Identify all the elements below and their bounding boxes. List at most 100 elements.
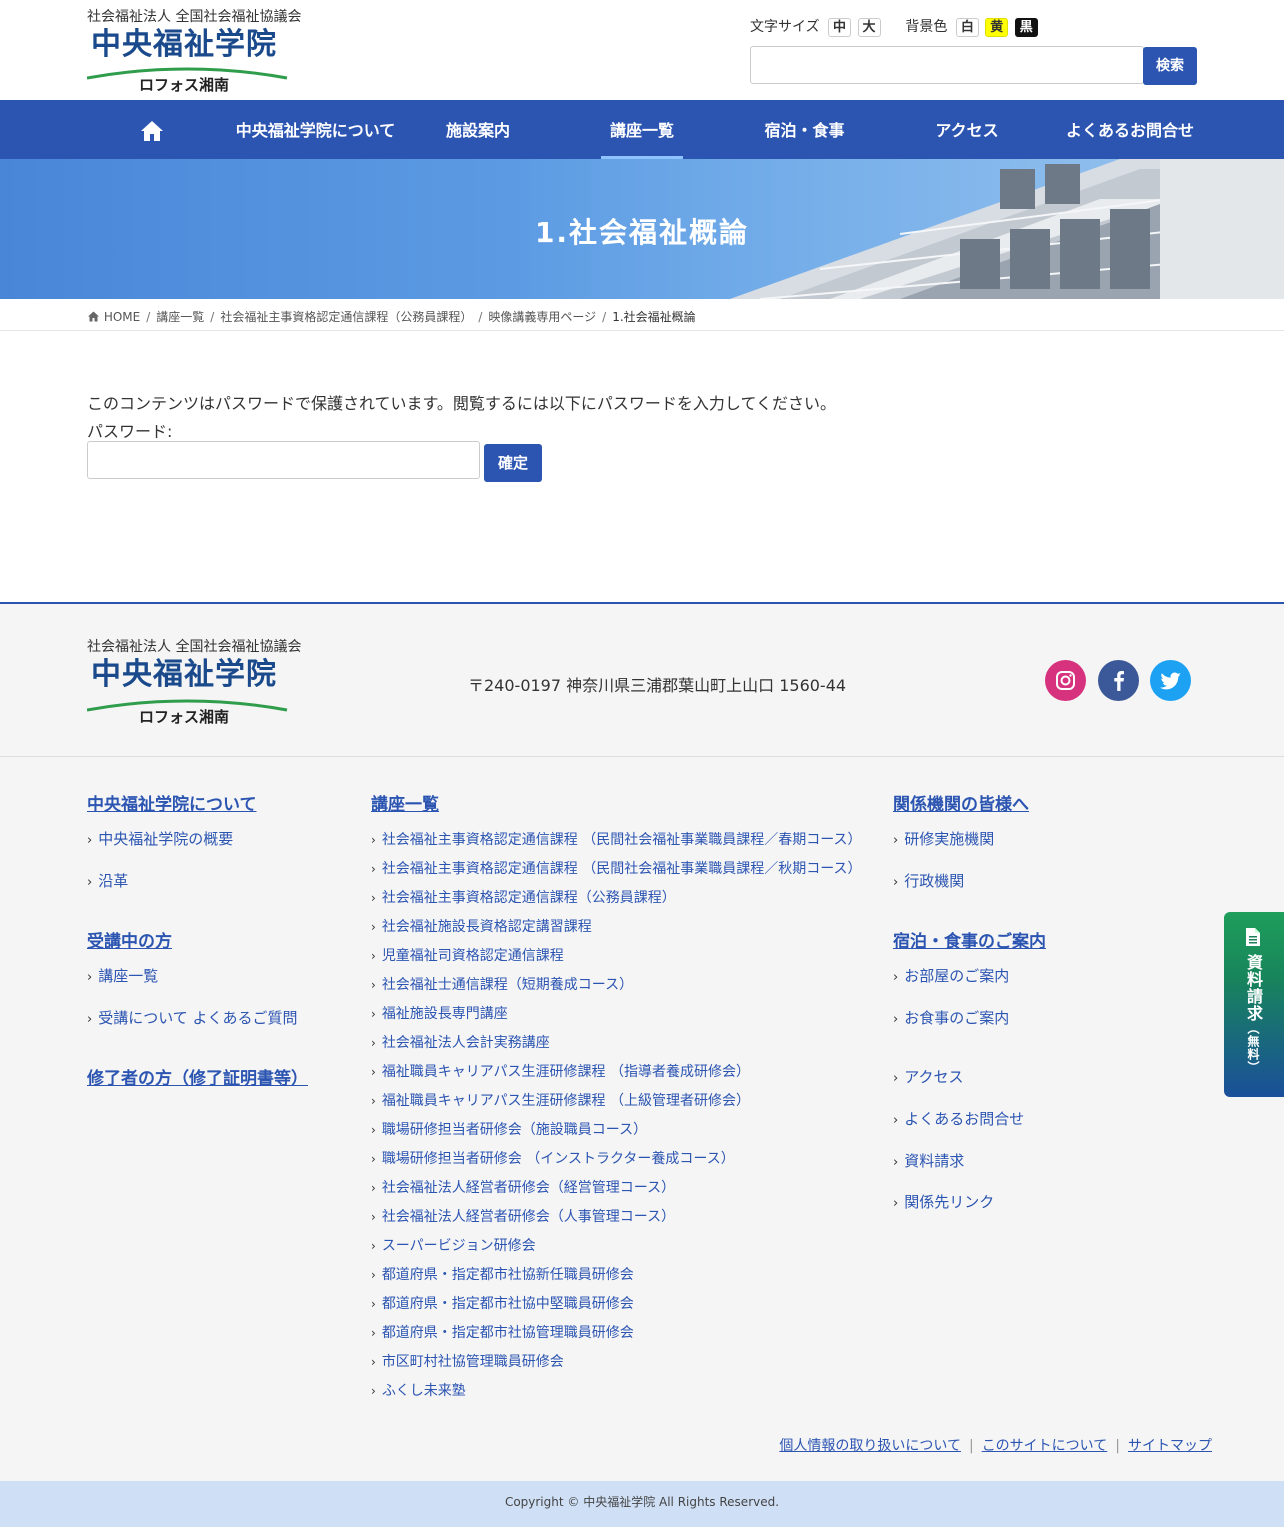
protected-message: このコンテンツはパスワードで保護されています。閲覧するには以下にパスワードを入力… xyxy=(87,394,836,413)
chevron-right-icon: › xyxy=(371,891,376,905)
chevron-right-icon: › xyxy=(87,875,93,890)
nav-facilities[interactable]: 施設案内 xyxy=(437,100,519,159)
footer-logo-org: 社会福祉法人 全国社会福祉協議会 xyxy=(87,639,302,655)
footer-course-link[interactable]: › 福祉職員キャリアパス生涯研修課程 （指導者養成研修会） xyxy=(371,1061,862,1090)
footer-course-link[interactable]: › 都道府県・指定都市社協中堅職員研修会 xyxy=(371,1293,862,1322)
footer-logo-title: 中央福祉学院 xyxy=(91,657,277,692)
password-label: パスワード: xyxy=(87,422,173,441)
chevron-right-icon: › xyxy=(893,833,899,848)
footer-link-training-orgs[interactable]: › 研修実施機関 xyxy=(893,828,994,849)
nav-stay[interactable]: 宿泊・食事 xyxy=(758,100,851,159)
footer-related-heading[interactable]: 関係機関の皆様へ xyxy=(893,790,1029,815)
footer-course-link[interactable]: › スーパービジョン研修会 xyxy=(371,1235,862,1264)
chevron-right-icon: › xyxy=(371,1065,376,1079)
nav-about[interactable]: 中央福祉学院について xyxy=(234,100,397,159)
request-tab-label: 資料請求（無料） xyxy=(1244,954,1263,1074)
footer-course-link[interactable]: › 社会福祉主事資格認定通信課程 （民間社会福祉事業職員課程／春期コース） xyxy=(371,829,862,858)
chevron-right-icon: › xyxy=(371,1036,376,1050)
footer-link-government[interactable]: › 行政機関 xyxy=(893,870,964,891)
font-size-large[interactable]: 大 xyxy=(857,18,881,37)
nav-access[interactable]: アクセス xyxy=(928,100,1006,159)
about-site-link[interactable]: このサイトについて xyxy=(982,1438,1108,1454)
facebook-icon xyxy=(1114,671,1124,691)
password-field[interactable] xyxy=(87,441,480,479)
chevron-right-icon: › xyxy=(893,1113,899,1128)
footer-course-link[interactable]: › 児童福祉司資格認定通信課程 xyxy=(371,945,862,974)
footer-course-link[interactable]: › 市区町村社協管理職員研修会 xyxy=(371,1351,862,1380)
footer-link-related[interactable]: › 関係先リンク xyxy=(893,1191,994,1212)
footer-course-link[interactable]: › 社会福祉主事資格認定通信課程（公務員課程） xyxy=(371,887,862,916)
chevron-right-icon: › xyxy=(87,833,93,848)
chevron-right-icon: › xyxy=(371,1268,376,1282)
footer-course-link[interactable]: › 都道府県・指定都市社協管理職員研修会 xyxy=(371,1322,862,1351)
request-materials-tab[interactable]: 資料請求（無料） xyxy=(1224,912,1284,1097)
instagram-link[interactable] xyxy=(1045,660,1086,701)
footer-stay-heading[interactable]: 宿泊・食事のご案内 xyxy=(893,927,1046,952)
breadcrumb-current: 1.社会福祉概論 xyxy=(612,310,696,324)
footer-course-link[interactable]: › 社会福祉士通信課程（短期養成コース） xyxy=(371,974,862,1003)
footer-course-link[interactable]: › 社会福祉法人経営者研修会（人事管理コース） xyxy=(371,1206,862,1235)
footer-course-link[interactable]: › 都道府県・指定都市社協新任職員研修会 xyxy=(371,1264,862,1293)
bg-yellow[interactable]: 黄 xyxy=(985,18,1009,37)
chevron-right-icon: › xyxy=(893,1071,899,1086)
footer-courses-heading[interactable]: 講座一覧 xyxy=(371,790,439,815)
logo-org: 社会福祉法人 全国社会福祉協議会 xyxy=(87,9,302,25)
footer-graduates-heading[interactable]: 修了者の方（修了証明書等） xyxy=(87,1064,308,1089)
bg-black[interactable]: 黒 xyxy=(1014,18,1038,37)
copyright: Copyright © 中央福祉学院 All Rights Reserved. xyxy=(0,1481,1284,1527)
footer-link-access[interactable]: › アクセス xyxy=(893,1066,963,1087)
submit-button[interactable]: 確定 xyxy=(484,444,542,482)
footer-link-meals[interactable]: › お食事のご案内 xyxy=(893,1007,1009,1028)
footer-logo[interactable]: 社会福祉法人 全国社会福祉協議会 中央福祉学院 ロフォス湘南 xyxy=(87,638,302,728)
site-header: 社会福祉法人 全国社会福祉協議会 中央福祉学院 ロフォス湘南 文字サイズ 中 大… xyxy=(0,0,1284,100)
footer-course-link[interactable]: › 社会福祉法人経営者研修会（経営管理コース） xyxy=(371,1177,862,1206)
footer-link-course-list[interactable]: › 講座一覧 xyxy=(87,965,158,986)
footer-link-student-faq[interactable]: › 受講について よくあるご質問 xyxy=(87,1007,298,1028)
chevron-right-icon: › xyxy=(371,1007,376,1021)
bg-white[interactable]: 白 xyxy=(955,18,979,37)
page-title: 1.社会福祉概論 xyxy=(534,216,750,249)
accessibility-tools: 文字サイズ 中 大 背景色 白 黄 黒 xyxy=(750,16,1040,37)
logo-subtitle: ロフォス湘南 xyxy=(139,76,230,94)
footer-course-link[interactable]: › 社会福祉施設長資格認定講習課程 xyxy=(371,916,862,945)
breadcrumb: HOME / 講座一覧 / 社会福祉主事資格認定通信課程（公務員課程） / 映像講義専用ペー… xyxy=(0,299,1284,331)
footer-course-link[interactable]: › 職場研修担当者研修会（施設職員コース） xyxy=(371,1119,862,1148)
footer-link-history[interactable]: › 沿革 xyxy=(87,870,128,891)
facebook-link[interactable] xyxy=(1098,660,1139,701)
twitter-link[interactable] xyxy=(1150,660,1191,701)
chevron-right-icon: › xyxy=(371,1355,376,1369)
chevron-right-icon: › xyxy=(893,1196,899,1211)
chevron-right-icon: › xyxy=(893,1155,899,1170)
breadcrumb-course[interactable]: 社会福祉主事資格認定通信課程（公務員課程） xyxy=(220,310,472,324)
privacy-link[interactable]: 個人情報の取り扱いについて xyxy=(779,1438,961,1454)
sitemap-link[interactable]: サイトマップ xyxy=(1128,1438,1212,1454)
footer-logo-subtitle: ロフォス湘南 xyxy=(139,708,230,726)
footer-link-request[interactable]: › 資料請求 xyxy=(893,1150,964,1171)
footer-course-link[interactable]: › ふくし未来塾 xyxy=(371,1380,862,1409)
chevron-right-icon: › xyxy=(371,862,376,876)
footer-link-faq[interactable]: › よくあるお問合せ xyxy=(893,1108,1024,1129)
footer-course-link[interactable]: › 福祉職員キャリアパス生涯研修課程 （上級管理者研修会） xyxy=(371,1090,862,1119)
site-logo[interactable]: 社会福祉法人 全国社会福祉協議会 中央福祉学院 ロフォス湘南 xyxy=(87,8,302,96)
breadcrumb-courses[interactable]: 講座一覧 xyxy=(156,310,204,324)
nav-home[interactable] xyxy=(127,100,177,159)
search-button[interactable]: 検索 xyxy=(1143,47,1197,85)
footer-link-rooms[interactable]: › お部屋のご案内 xyxy=(893,965,1009,986)
footer-course-link[interactable]: › 社会福祉主事資格認定通信課程 （民間社会福祉事業職員課程／秋期コース） xyxy=(371,858,862,887)
logo-title: 中央福祉学院 xyxy=(91,27,277,62)
footer-course-link[interactable]: › 福祉施設長専門講座 xyxy=(371,1003,862,1032)
footer-course-link[interactable]: › 社会福祉法人会計実務講座 xyxy=(371,1032,862,1061)
footer-course-link[interactable]: › 職場研修担当者研修会 （インストラクター養成コース） xyxy=(371,1148,862,1177)
font-size-label: 文字サイズ xyxy=(750,19,820,35)
nav-courses[interactable]: 講座一覧 xyxy=(601,100,683,159)
breadcrumb-video-page[interactable]: 映像講義専用ページ xyxy=(488,310,596,324)
home-icon xyxy=(141,121,163,141)
font-size-medium[interactable]: 中 xyxy=(828,18,852,37)
footer-students-heading[interactable]: 受講中の方 xyxy=(87,927,172,952)
search-input[interactable] xyxy=(750,46,1144,84)
footer-about-heading[interactable]: 中央福祉学院について xyxy=(87,790,257,815)
chevron-right-icon: › xyxy=(371,920,376,934)
breadcrumb-home[interactable]: HOME xyxy=(104,310,140,324)
nav-faq[interactable]: よくあるお問合せ xyxy=(1062,100,1198,159)
footer-link-overview[interactable]: › 中央福祉学院の概要 xyxy=(87,828,233,849)
